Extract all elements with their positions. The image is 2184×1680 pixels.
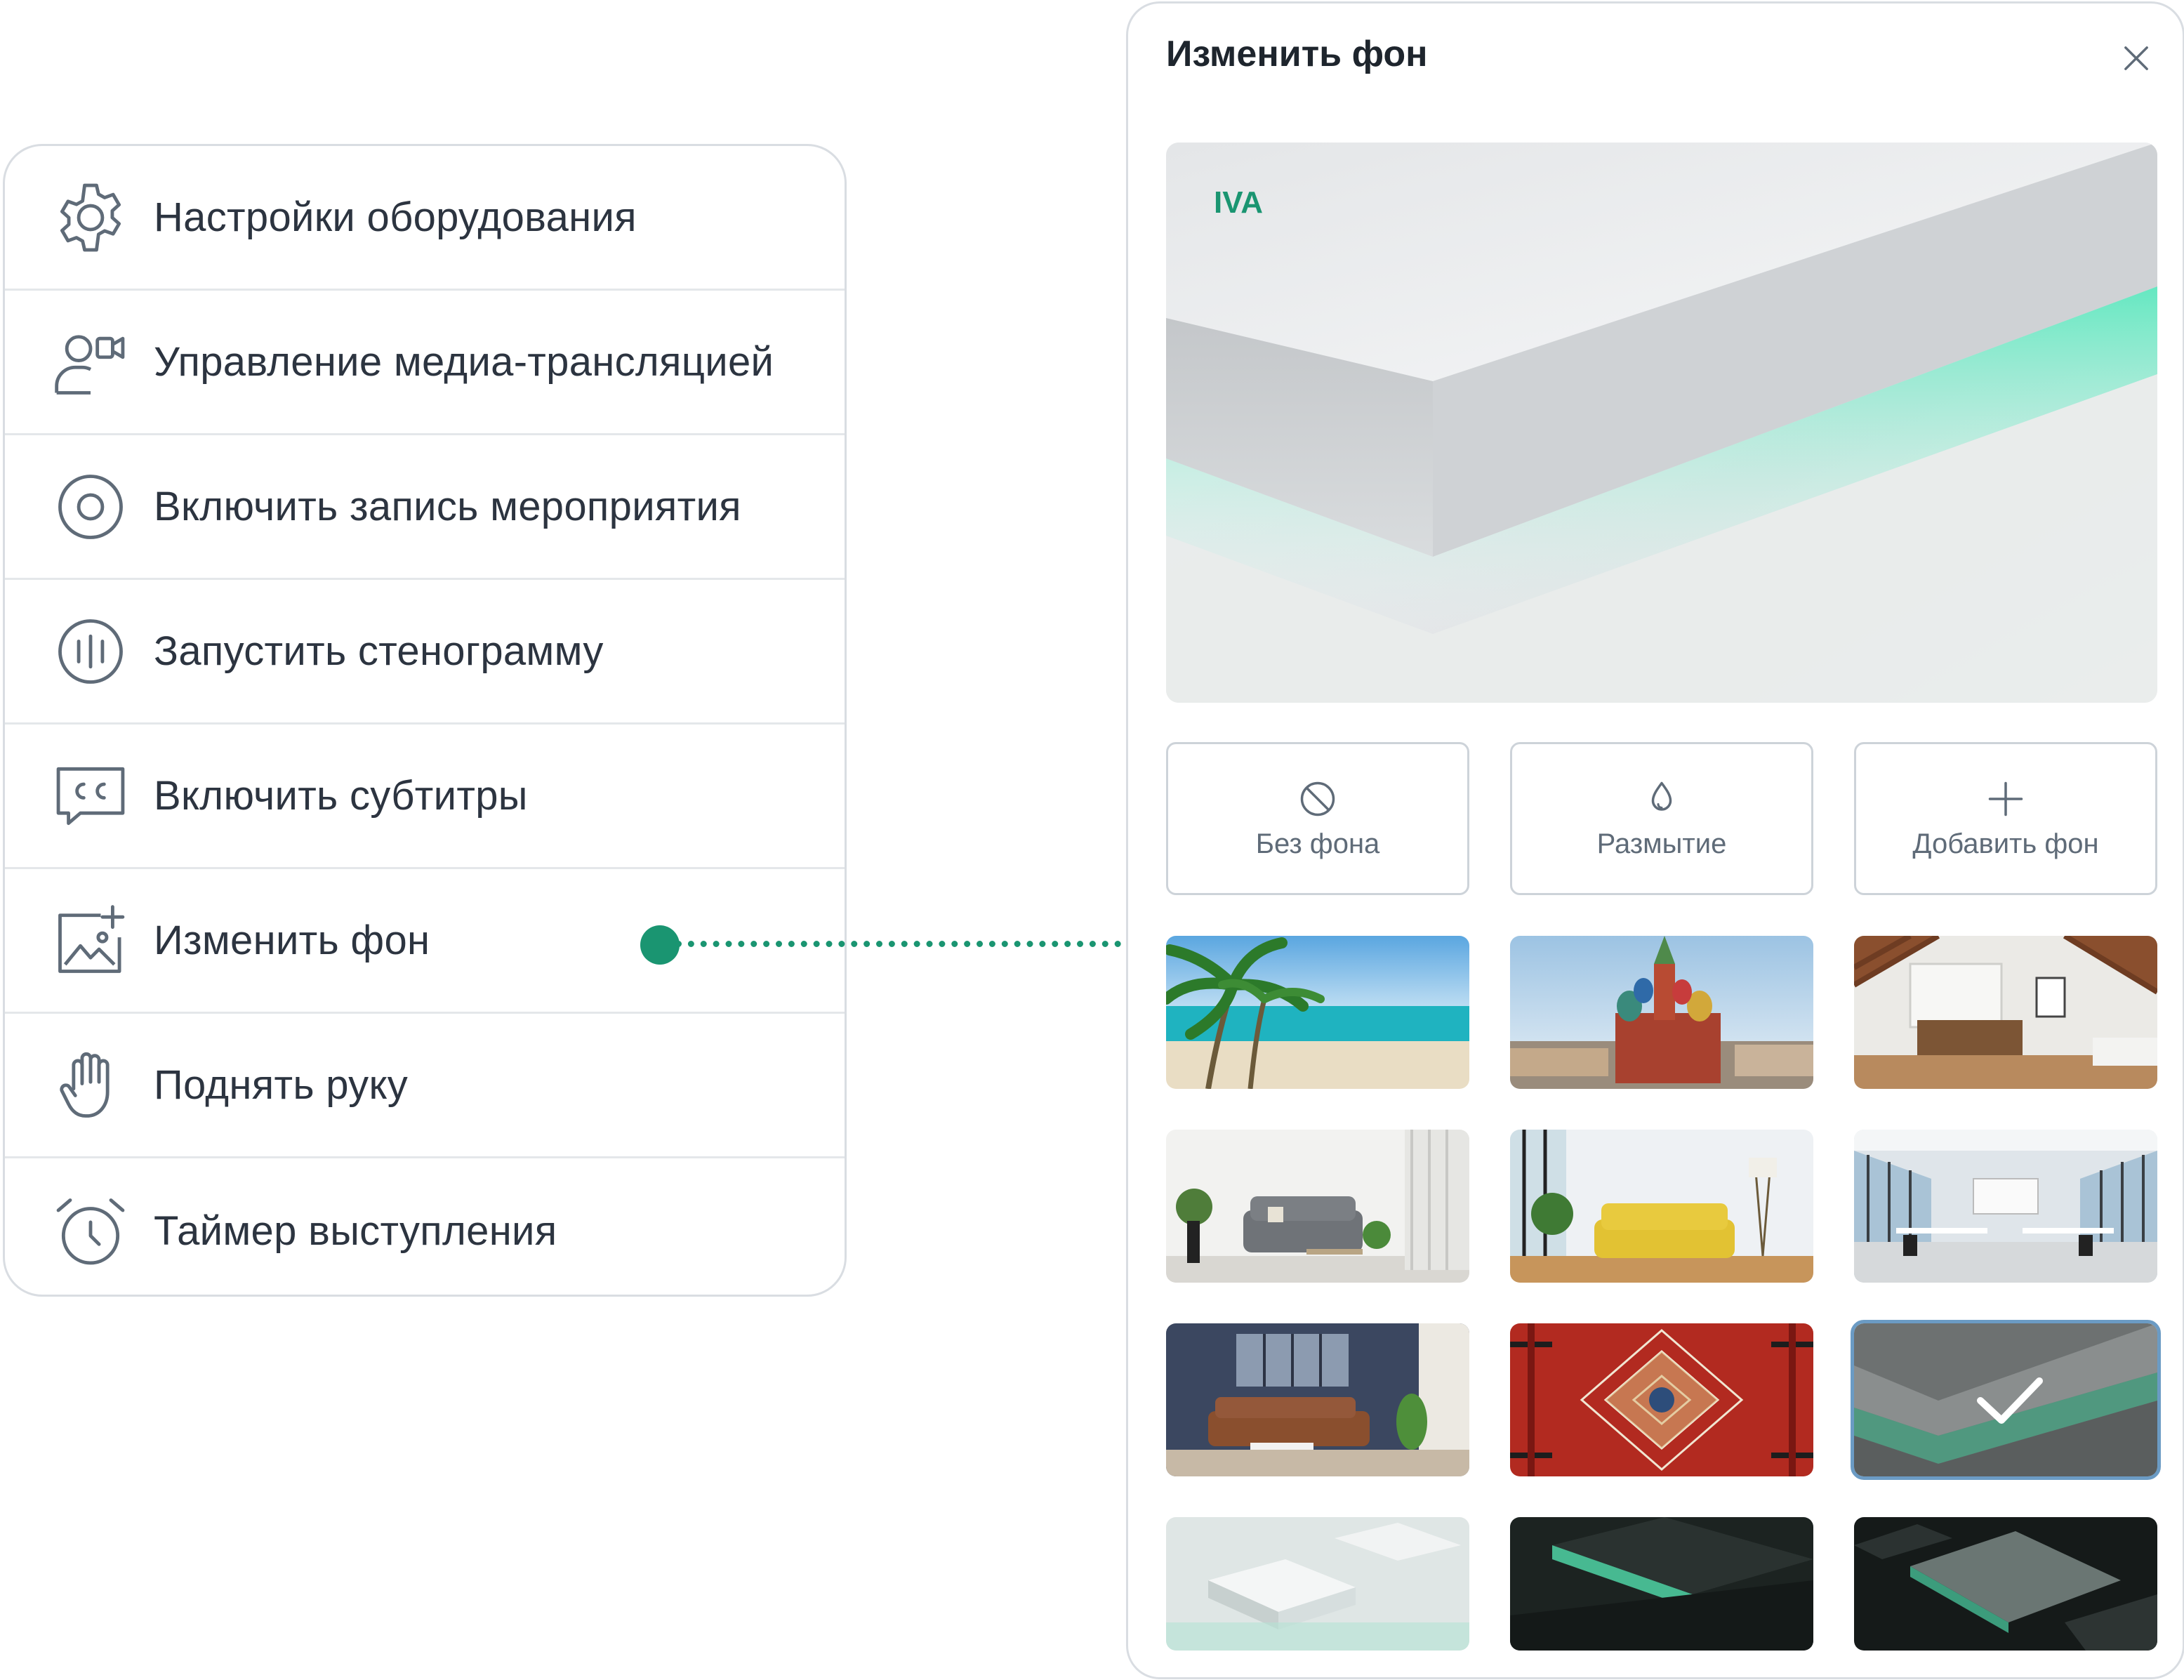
menu-item-label: Настройки оборудования [154, 194, 637, 240]
background-thumbnail-attic[interactable] [1854, 936, 2157, 1089]
blur-drop-icon [1651, 781, 1672, 811]
media-broadcast-icon [50, 322, 131, 403]
menu-item-transcript[interactable]: Запустить стенограмму [5, 580, 845, 725]
menu-item-label: Поднять руку [154, 1062, 409, 1108]
transcript-icon [50, 611, 131, 692]
background-thumbnail-dark-plates[interactable] [1854, 1517, 2157, 1651]
menu-item-label: Запустить стенограмму [154, 628, 604, 674]
change-background-icon [50, 900, 131, 981]
menu-item-label: Изменить фон [154, 918, 430, 963]
menu-item-label: Таймер выступления [154, 1208, 557, 1254]
callout-dot [640, 925, 680, 965]
change-background-dialog: Изменить фон IVA Без фона Размытие Добав… [1126, 1, 2184, 1679]
raise-hand-icon [50, 1045, 131, 1126]
background-thumbnail-dark-iva[interactable] [1510, 1517, 1813, 1651]
add-background-button[interactable]: Добавить фон [1854, 742, 2157, 895]
close-icon [2124, 46, 2148, 70]
background-thumbnail-beach[interactable] [1166, 936, 1469, 1089]
dialog-title: Изменить фон [1166, 34, 1428, 74]
close-button[interactable] [2118, 40, 2155, 77]
menu-item-subtitles[interactable]: Включить субтитры [5, 725, 845, 869]
background-thumbnail-office[interactable] [1854, 1130, 2157, 1283]
gear-icon [50, 177, 131, 258]
option-label: Размытие [1596, 828, 1727, 859]
record-icon [50, 466, 131, 548]
menu-item-hardware-settings[interactable]: Настройки оборудования [5, 146, 845, 291]
menu-item-label: Управление медиа-трансляцией [154, 339, 774, 385]
menu-item-label: Включить субтитры [154, 773, 528, 819]
background-thumbnail-grey-sofa[interactable] [1166, 1130, 1469, 1283]
background-thumbnail-cathedral[interactable] [1510, 936, 1813, 1089]
background-thumbnail-carpet[interactable] [1510, 1323, 1813, 1476]
no-background-button[interactable]: Без фона [1166, 742, 1469, 895]
background-thumbnail-white-blocks[interactable] [1166, 1517, 1469, 1651]
alarm-clock-icon [50, 1190, 131, 1271]
preview-logo: IVA [1214, 185, 1263, 220]
menu-item-media-broadcast[interactable]: Управление медиа-трансляцией [5, 291, 845, 435]
background-thumbnail-iva-green[interactable] [1851, 1320, 2161, 1480]
menu-item-label: Включить запись мероприятия [154, 484, 741, 529]
plus-icon [1988, 781, 2023, 816]
background-thumbnail-dark-room[interactable] [1166, 1323, 1469, 1476]
menu-item-speech-timer[interactable]: Таймер выступления [5, 1158, 845, 1295]
more-actions-menu: Настройки оборудования Управление медиа-… [3, 144, 847, 1297]
option-label: Добавить фон [1912, 828, 2099, 859]
callout-connector-line [675, 941, 1121, 947]
option-label: Без фона [1255, 828, 1380, 859]
blur-button[interactable]: Размытие [1510, 742, 1813, 895]
menu-item-raise-hand[interactable]: Поднять руку [5, 1014, 845, 1158]
no-background-icon [1300, 781, 1335, 816]
menu-item-record[interactable]: Включить запись мероприятия [5, 435, 845, 580]
background-preview: IVA [1166, 143, 2157, 703]
background-thumbnail-yellow-sofa[interactable] [1510, 1130, 1813, 1283]
subtitles-icon [50, 755, 131, 837]
